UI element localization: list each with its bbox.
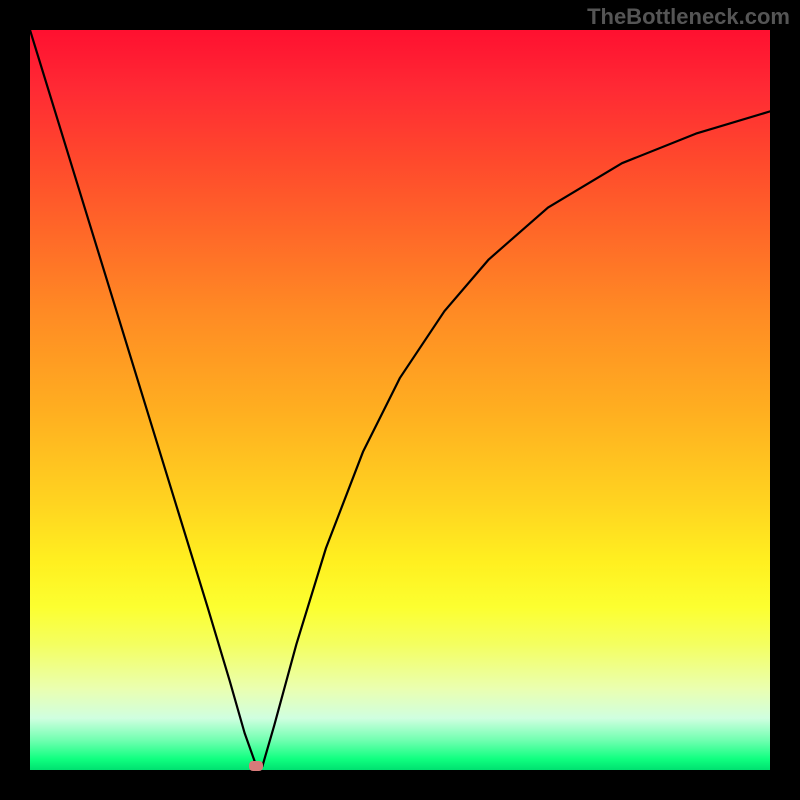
minimum-marker [249, 761, 263, 771]
watermark-text: TheBottleneck.com [587, 4, 790, 30]
chart-frame: TheBottleneck.com [0, 0, 800, 800]
bottleneck-curve [30, 30, 770, 770]
curve-svg [30, 30, 770, 770]
plot-area [30, 30, 770, 770]
